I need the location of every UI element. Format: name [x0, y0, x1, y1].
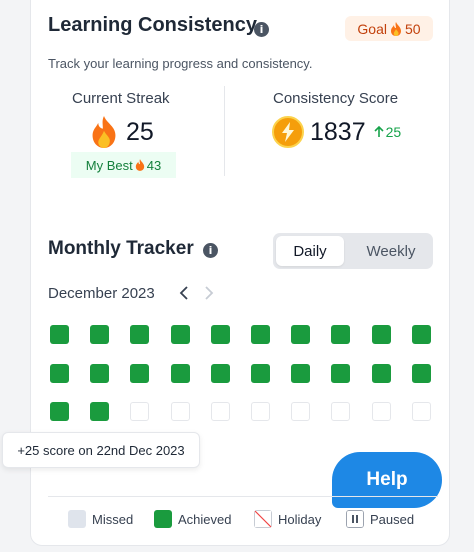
- score-delta: 25: [374, 124, 402, 140]
- day-cell-achieved[interactable]: [171, 364, 190, 383]
- my-best-value: 43: [146, 157, 162, 173]
- info-icon[interactable]: i: [254, 22, 269, 37]
- day-cell-achieved[interactable]: [372, 364, 391, 383]
- current-streak-value: 25: [126, 117, 154, 146]
- monthly-tracker-title-text: Monthly Tracker: [48, 238, 194, 259]
- day-cell-achieved[interactable]: [130, 364, 149, 383]
- day-cell-achieved[interactable]: [211, 364, 230, 383]
- day-cell-achieved[interactable]: [211, 325, 230, 344]
- chevron-left-icon[interactable]: [179, 285, 189, 301]
- day-cell-achieved[interactable]: [251, 364, 270, 383]
- day-cell-empty[interactable]: [291, 402, 310, 421]
- stats-divider: [224, 86, 225, 176]
- day-cell-empty[interactable]: [171, 402, 190, 421]
- card-subtitle: Track your learning progress and consist…: [48, 56, 313, 71]
- fire-icon: [135, 159, 144, 171]
- day-cell-achieved[interactable]: [412, 364, 431, 383]
- day-cell-achieved[interactable]: [372, 325, 391, 344]
- day-cell-achieved[interactable]: [130, 325, 149, 344]
- day-cell-achieved[interactable]: [90, 325, 109, 344]
- info-icon[interactable]: i: [203, 243, 218, 258]
- day-cell-empty[interactable]: [211, 402, 230, 421]
- consistency-score-value: 1837: [310, 117, 366, 146]
- legend-achieved-label: Achieved: [178, 511, 232, 527]
- missed-swatch: [68, 510, 86, 528]
- day-cell-achieved[interactable]: [331, 364, 350, 383]
- achieved-swatch: [154, 510, 172, 528]
- day-cell-achieved[interactable]: [251, 325, 270, 344]
- day-cell-empty[interactable]: [331, 402, 350, 421]
- legend-paused: Paused: [346, 510, 414, 528]
- legend-missed: Missed: [68, 510, 133, 528]
- lightning-coin-icon: [272, 116, 304, 148]
- goal-value: 50: [405, 20, 421, 37]
- day-cell-achieved[interactable]: [50, 325, 69, 344]
- monthly-tracker-title: Monthly Tracker i: [48, 238, 218, 260]
- day-cell-achieved[interactable]: [171, 325, 190, 344]
- legend-missed-label: Missed: [92, 511, 134, 527]
- day-cell-achieved[interactable]: [291, 364, 310, 383]
- pause-icon: [346, 510, 364, 528]
- day-cell-empty[interactable]: [372, 402, 391, 421]
- score-delta-value: 25: [385, 124, 402, 140]
- holiday-icon: [254, 510, 272, 528]
- card-title-text: Learning Consistency: [48, 14, 257, 36]
- current-streak: 25: [90, 116, 154, 148]
- legend-holiday: Holiday: [254, 510, 321, 528]
- day-cell-achieved[interactable]: [291, 325, 310, 344]
- fire-icon: [92, 116, 116, 148]
- current-streak-label: Current Streak: [72, 90, 170, 107]
- arrow-up-icon: [374, 126, 384, 137]
- month-label: December 2023: [48, 285, 155, 302]
- fire-icon: [391, 21, 401, 36]
- my-best-label: My Best: [85, 157, 133, 173]
- legend-achieved: Achieved: [154, 510, 231, 528]
- view-toggle: Daily Weekly: [273, 233, 433, 269]
- day-cell-achieved[interactable]: [90, 364, 109, 383]
- day-cell-achieved[interactable]: [412, 325, 431, 344]
- goal-label: Goal: [357, 20, 387, 37]
- day-cell-achieved[interactable]: [331, 325, 350, 344]
- day-cell-empty[interactable]: [412, 402, 431, 421]
- tab-weekly[interactable]: Weekly: [352, 236, 430, 266]
- chevron-right-icon[interactable]: [204, 285, 214, 301]
- goal-badge: Goal 50: [345, 16, 433, 41]
- legend-holiday-label: Holiday: [278, 511, 322, 527]
- day-cell-empty[interactable]: [251, 402, 270, 421]
- day-cell-achieved[interactable]: [90, 402, 109, 421]
- tab-daily[interactable]: Daily: [276, 236, 344, 266]
- help-button[interactable]: Help: [332, 452, 442, 508]
- day-cell-empty[interactable]: [130, 402, 149, 421]
- my-best-badge: My Best 43: [71, 152, 176, 178]
- day-cell-achieved[interactable]: [50, 364, 69, 383]
- score-tooltip: +25 score on 22nd Dec 2023: [2, 432, 200, 468]
- legend-paused-label: Paused: [370, 511, 415, 527]
- card-title: Learning Consistency i: [48, 14, 269, 37]
- legend-divider: [48, 496, 438, 497]
- day-cell-achieved[interactable]: [50, 402, 69, 421]
- consistency-score-label: Consistency Score: [273, 90, 399, 107]
- consistency-score: 1837 25: [272, 116, 401, 148]
